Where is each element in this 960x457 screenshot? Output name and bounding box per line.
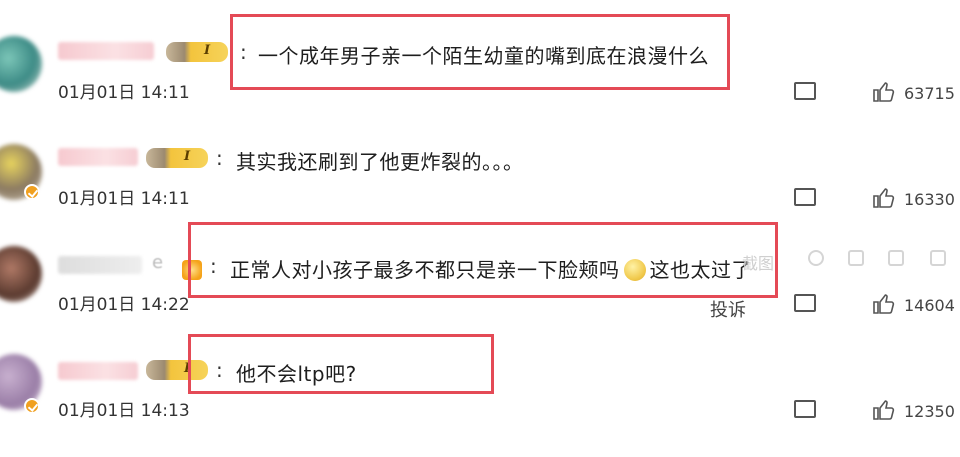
like-count: 14604	[904, 296, 955, 315]
like-icon[interactable]	[872, 186, 896, 210]
image-icon[interactable]	[848, 250, 864, 266]
username-blurred[interactable]	[58, 362, 138, 380]
like-icon[interactable]	[872, 80, 896, 104]
like-count: 12350	[904, 402, 955, 421]
reply-icon[interactable]	[794, 182, 816, 206]
level-badge: I	[166, 42, 228, 62]
like-icon[interactable]	[872, 292, 896, 316]
timestamp: 01月01日 14:22	[58, 295, 190, 315]
timestamp: 01月01日 14:11	[58, 189, 190, 209]
comment-2: I : 其实我还刷到了他更炸裂的。。。 01月01日 14:11 16330	[0, 108, 960, 216]
like-icon[interactable]	[872, 398, 896, 422]
highlight-box	[188, 334, 494, 394]
colon: :	[216, 146, 223, 170]
location-icon[interactable]	[808, 250, 824, 266]
verified-badge-icon	[24, 398, 40, 414]
crop-icon[interactable]	[888, 250, 904, 266]
level-badge: I	[146, 148, 208, 168]
highlight-box	[188, 222, 778, 298]
username-blurred[interactable]	[58, 256, 142, 274]
username-blurred[interactable]	[58, 42, 154, 60]
timestamp: 01月01日 14:11	[58, 83, 190, 103]
avatar[interactable]	[0, 36, 42, 92]
reply-icon[interactable]	[794, 288, 816, 312]
verified-badge-icon	[24, 184, 40, 200]
like-count: 16330	[904, 190, 955, 209]
download-icon[interactable]	[930, 250, 946, 266]
comment-text: 其实我还刷到了他更炸裂的。。。	[236, 150, 524, 174]
highlight-box	[230, 14, 730, 90]
timestamp: 01月01日 14:13	[58, 401, 190, 421]
username-tail: e	[152, 252, 164, 273]
username-blurred[interactable]	[58, 148, 138, 166]
reply-icon[interactable]	[794, 394, 816, 418]
comment-3: e : 正常人对小孩子最多不都只是亲一下脸颊吗 这也太过了 截图 01月01日 1…	[0, 216, 960, 324]
reply-icon[interactable]	[794, 76, 816, 100]
comment-1: I : 一个成年男子亲一个陌生幼童的嘴到底在浪漫什么 01月01日 14:11 …	[0, 0, 960, 108]
report-link[interactable]: 投诉	[710, 296, 746, 322]
avatar[interactable]	[0, 246, 42, 302]
like-count: 63715	[904, 84, 955, 103]
comment-4: I : 他不会ltp吧? 01月01日 14:13 12350	[0, 324, 960, 432]
